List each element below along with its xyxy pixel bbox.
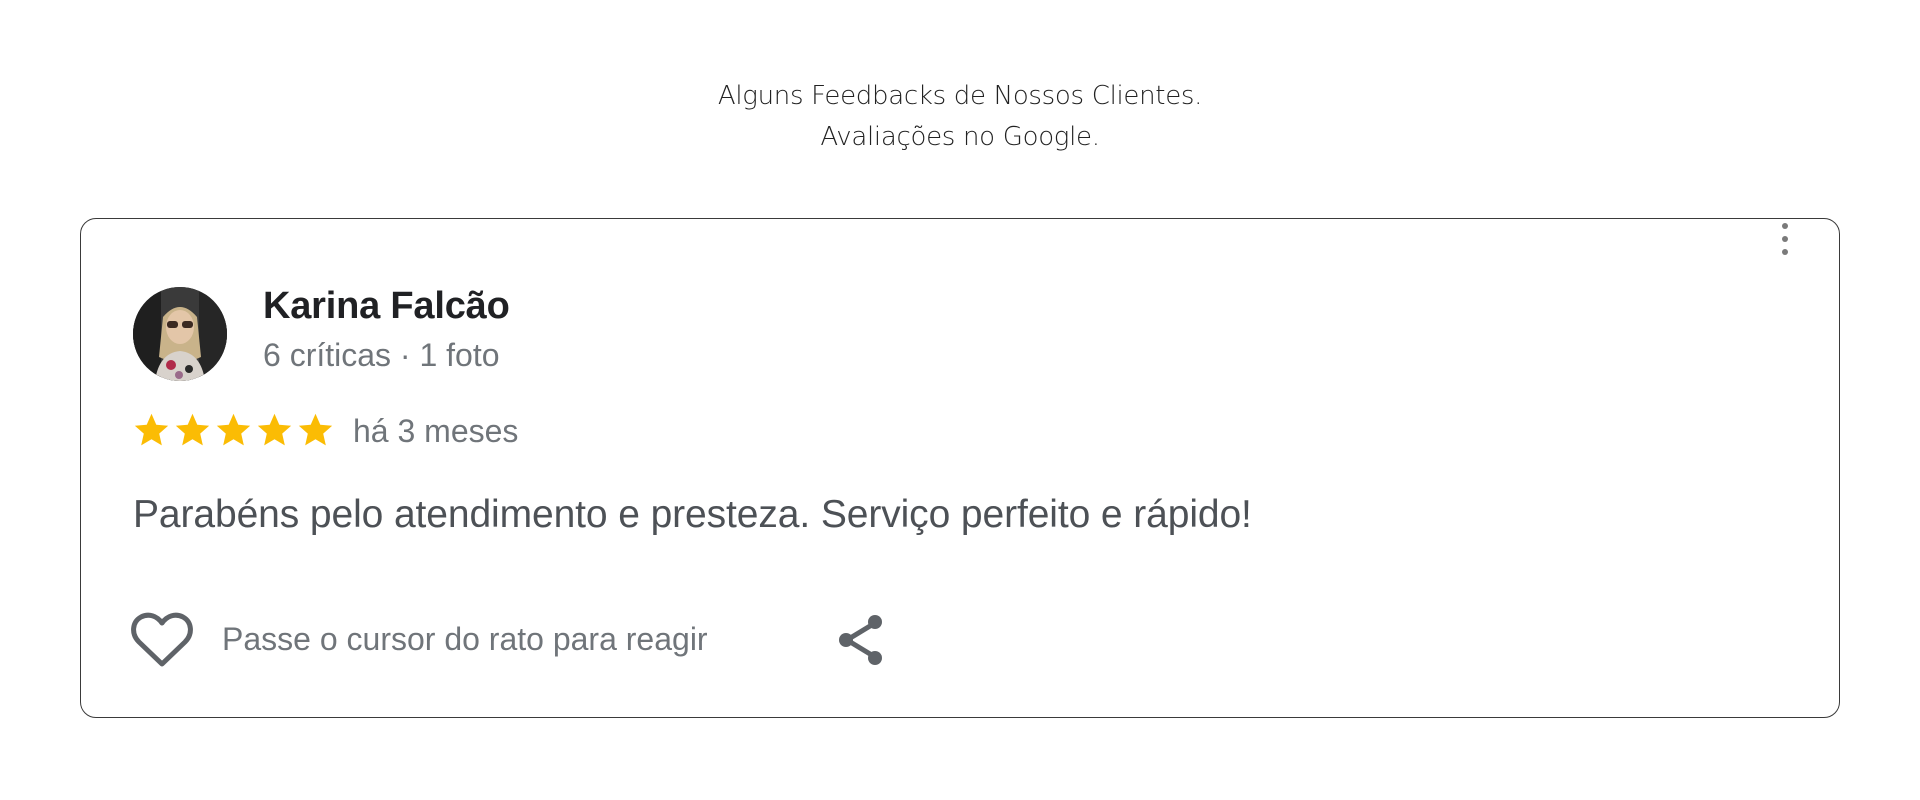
- react-label: Passe o cursor do rato para reagir: [222, 621, 708, 657]
- menu-dot: [1782, 236, 1788, 242]
- review-card: Karina Falcão 6 críticas · 1 foto há 3 m…: [80, 218, 1840, 718]
- more-vertical-icon[interactable]: [1775, 221, 1795, 257]
- reviewer-meta: 6 críticas · 1 foto: [263, 337, 500, 373]
- heading-line-2: Avaliações no Google.: [820, 122, 1100, 152]
- avatar[interactable]: [133, 287, 227, 381]
- heart-icon[interactable]: [131, 611, 193, 669]
- section-heading: Alguns Feedbacks de Nossos Clientes. Ava…: [0, 76, 1920, 158]
- star-icon: [134, 413, 169, 446]
- star-icon: [257, 413, 292, 446]
- star-icon: [175, 413, 210, 446]
- reviewer-name[interactable]: Karina Falcão: [263, 285, 510, 328]
- review-time: há 3 meses: [353, 413, 519, 449]
- menu-dot: [1782, 249, 1788, 255]
- heading-line-1: Alguns Feedbacks de Nossos Clientes.: [717, 81, 1203, 111]
- page: Alguns Feedbacks de Nossos Clientes. Ava…: [0, 0, 1920, 800]
- star-rating: [133, 411, 334, 448]
- review-text: Parabéns pelo atendimento e presteza. Se…: [133, 493, 1252, 536]
- share-icon[interactable]: [837, 613, 887, 667]
- star-icon: [298, 413, 333, 446]
- star-icon: [216, 413, 251, 446]
- avatar-photo: [133, 287, 227, 381]
- menu-dot: [1782, 223, 1788, 229]
